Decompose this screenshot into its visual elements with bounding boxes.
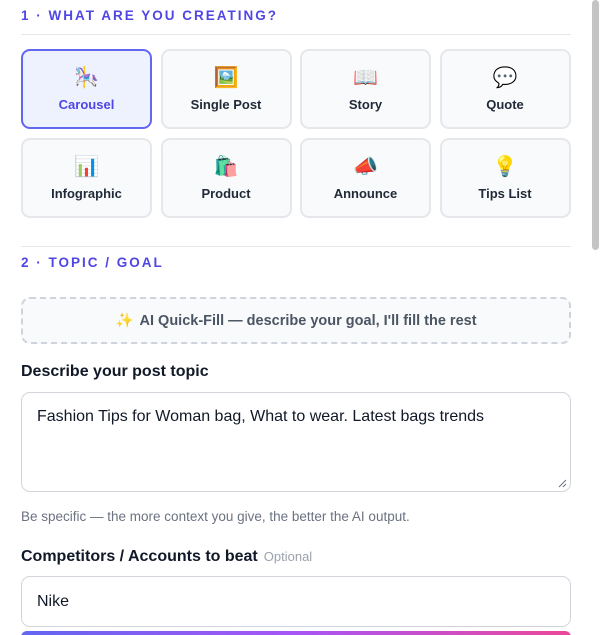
post-type-grid: 🎠 Carousel 🖼️ Single Post 📖 Story 💬 Quot… bbox=[21, 49, 571, 218]
sparkles-icon: ✨ bbox=[115, 313, 134, 329]
speech-bubble-icon: 💬 bbox=[492, 65, 518, 89]
post-type-card-tips-list[interactable]: 💡 Tips List bbox=[439, 138, 571, 218]
ai-quick-fill-button[interactable]: ✨ AI Quick-Fill — describe your goal, I'… bbox=[21, 297, 571, 344]
post-type-label: Quote bbox=[486, 97, 524, 112]
bar-chart-icon: 📊 bbox=[74, 154, 99, 178]
topic-field-label: Describe your post topic bbox=[21, 363, 209, 380]
post-type-label: Single Post bbox=[190, 97, 262, 112]
form-panel: 1 · WHAT ARE YOU CREATING? 🎠 Carousel 🖼️… bbox=[21, 0, 571, 627]
shopping-bags-icon: 🛍️ bbox=[213, 154, 239, 178]
generate-button-edge[interactable] bbox=[21, 631, 571, 635]
post-type-card-product[interactable]: 🛍️ Product bbox=[160, 138, 292, 218]
post-type-card-announce[interactable]: 📣 Announce bbox=[300, 138, 431, 218]
optional-tag: Optional bbox=[263, 549, 313, 564]
post-type-label: Carousel bbox=[58, 97, 115, 112]
megaphone-icon: 📣 bbox=[353, 154, 378, 178]
section-title-creating: 1 · WHAT ARE YOU CREATING? bbox=[21, 0, 571, 35]
competitors-label-text: Competitors / Accounts to beat bbox=[21, 548, 258, 565]
post-type-label: Infographic bbox=[51, 186, 122, 201]
ai-quick-fill-label: AI Quick-Fill — describe your goal, I'll… bbox=[139, 312, 477, 329]
topic-textarea[interactable]: Fashion Tips for Woman bag, What to wear… bbox=[21, 392, 571, 492]
competitors-input[interactable]: Nike bbox=[21, 576, 571, 627]
post-type-card-story[interactable]: 📖 Story bbox=[300, 49, 431, 129]
scrollbar-thumb[interactable] bbox=[592, 0, 599, 250]
competitors-input-value: Nike bbox=[37, 592, 70, 610]
section-title-topic: 2 · TOPIC / GOAL bbox=[21, 255, 164, 270]
post-type-card-single-post[interactable]: 🖼️ Single Post bbox=[160, 49, 292, 129]
carousel-icon: 🎠 bbox=[74, 65, 99, 89]
open-book-icon: 📖 bbox=[353, 65, 378, 89]
topic-hint: Be specific — the more context you give,… bbox=[21, 509, 410, 524]
post-type-card-quote[interactable]: 💬 Quote bbox=[439, 49, 571, 129]
post-type-label: Story bbox=[348, 97, 383, 112]
competitors-field-label: Competitors / Accounts to beat Optional bbox=[21, 547, 571, 567]
resize-grip-icon[interactable] bbox=[557, 478, 567, 488]
light-bulb-icon: 💡 bbox=[492, 154, 518, 178]
post-type-label: Announce bbox=[333, 186, 398, 201]
topic-textarea-value: Fashion Tips for Woman bag, What to wear… bbox=[37, 408, 485, 425]
post-type-label: Tips List bbox=[478, 186, 532, 201]
post-type-label: Product bbox=[201, 186, 251, 201]
post-type-card-carousel[interactable]: 🎠 Carousel bbox=[21, 49, 152, 129]
post-type-card-infographic[interactable]: 📊 Infographic bbox=[21, 138, 152, 218]
framed-picture-icon: 🖼️ bbox=[213, 65, 239, 89]
